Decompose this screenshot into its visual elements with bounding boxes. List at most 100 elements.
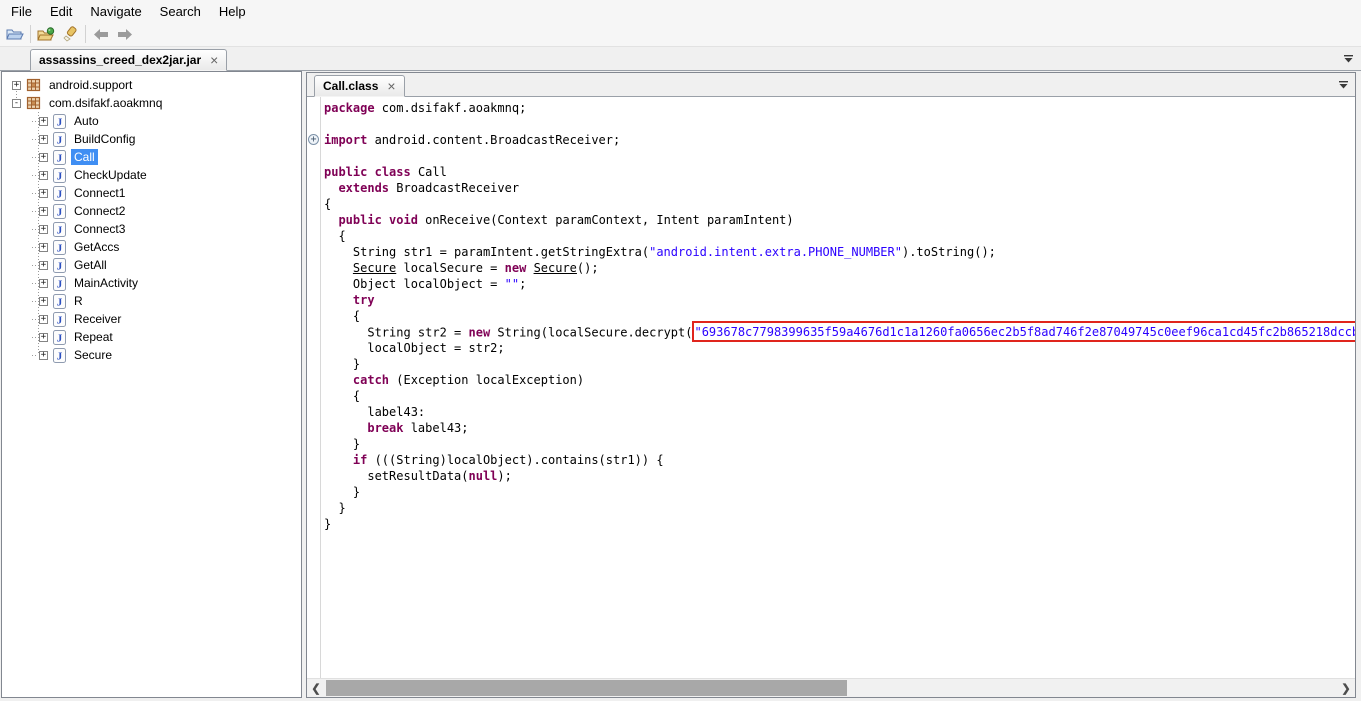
code-line: } — [324, 436, 1355, 452]
tree-item-buildconfig[interactable]: +JBuildConfig — [2, 130, 301, 148]
tree-item-call[interactable]: +JCall — [2, 148, 301, 166]
java-class-icon: J — [53, 330, 66, 345]
jd-gui-window: File Edit Navigate Search Help — [0, 0, 1361, 701]
tree-item-label: com.dsifakf.aoakmnq — [46, 95, 165, 111]
expand-toggle-icon[interactable]: + — [39, 333, 48, 342]
expand-toggle-icon[interactable]: + — [39, 153, 48, 162]
code-line — [324, 148, 1355, 164]
java-class-icon: J — [53, 186, 66, 201]
back-button[interactable] — [89, 23, 113, 45]
tree-item-label: Connect3 — [71, 221, 128, 237]
svg-text:J: J — [57, 278, 63, 290]
tree-item-label: Repeat — [71, 329, 116, 345]
scrollbar-track[interactable] — [325, 679, 1337, 697]
menu-help[interactable]: Help — [210, 2, 255, 21]
source-code: package com.dsifakf.aoakmnq;import andro… — [321, 97, 1355, 678]
jar-tab-label: assassins_creed_dex2jar.jar — [39, 53, 201, 67]
code-line: public void onReceive(Context paramConte… — [324, 212, 1355, 228]
toolbar-separator — [30, 25, 31, 43]
tab-overflow-button[interactable] — [1340, 51, 1356, 66]
tree-connector — [32, 319, 38, 320]
expand-toggle-icon[interactable]: + — [12, 81, 21, 90]
editor-body: + package com.dsifakf.aoakmnq;import and… — [307, 97, 1355, 678]
tree-item-label: Connect2 — [71, 203, 128, 219]
editor-panel: Call.class × + package com.dsifakf.aoakm… — [306, 72, 1356, 698]
tree-item-connect2[interactable]: +JConnect2 — [2, 202, 301, 220]
java-class-icon: J — [53, 294, 66, 309]
menu-file[interactable]: File — [2, 2, 41, 21]
close-icon[interactable]: × — [210, 55, 218, 65]
open-type-icon — [37, 27, 56, 42]
expand-toggle-icon[interactable]: + — [39, 297, 48, 306]
expand-toggle-icon[interactable]: + — [39, 171, 48, 180]
scrollbar-thumb[interactable] — [326, 680, 847, 696]
tree-item-label: CheckUpdate — [71, 167, 150, 183]
java-class-icon: J — [53, 312, 66, 327]
tree-connector — [32, 121, 38, 122]
open-file-button[interactable] — [3, 23, 27, 45]
tree-item-label: Connect1 — [71, 185, 128, 201]
expand-toggle-icon[interactable]: + — [39, 315, 48, 324]
tree-item-auto[interactable]: +JAuto — [2, 112, 301, 130]
menu-edit[interactable]: Edit — [41, 2, 81, 21]
menu-search[interactable]: Search — [151, 2, 210, 21]
close-icon[interactable]: × — [387, 81, 395, 91]
tree-item-getall[interactable]: +JGetAll — [2, 256, 301, 274]
svg-text:J: J — [57, 242, 63, 254]
scroll-left-button[interactable]: ❮ — [307, 679, 325, 697]
type-link[interactable]: Secure — [353, 261, 396, 275]
tree-item-mainactivity[interactable]: + J MainActivity — [2, 274, 301, 292]
code-line: } — [324, 356, 1355, 372]
expand-toggle-icon[interactable]: + — [39, 189, 48, 198]
svg-text:J: J — [57, 152, 63, 164]
jar-file-tab[interactable]: assassins_creed_dex2jar.jar × — [30, 49, 227, 71]
tree-connector — [32, 211, 38, 212]
tree-item-connect3[interactable]: +JConnect3 — [2, 220, 301, 238]
expand-toggle-icon[interactable]: + — [39, 225, 48, 234]
tree-item-label: MainActivity — [71, 275, 141, 291]
code-line: { — [324, 228, 1355, 244]
code-line: String str1 = paramIntent.getStringExtra… — [324, 244, 1355, 260]
tree-item-getaccs[interactable]: +JGetAccs — [2, 238, 301, 256]
tree-item-com-dsifakf-aoakmnq[interactable]: - com.dsifakf.aoakmnq — [2, 94, 301, 112]
forward-button[interactable] — [113, 23, 137, 45]
code-line: label43: — [324, 404, 1355, 420]
tree-item-repeat[interactable]: + J Repeat — [2, 328, 301, 346]
tree-connector — [32, 283, 38, 284]
code-line: import android.content.BroadcastReceiver… — [324, 132, 1355, 148]
tree-item-secure[interactable]: +JSecure — [2, 346, 301, 364]
svg-text:J: J — [57, 350, 63, 362]
open-type-button[interactable] — [34, 23, 58, 45]
search-button[interactable] — [58, 23, 82, 45]
expand-toggle-icon[interactable]: - — [12, 99, 21, 108]
expand-toggle-icon[interactable]: + — [39, 135, 48, 144]
tree-item-r[interactable]: +JR — [2, 292, 301, 310]
expand-toggle-icon[interactable]: + — [39, 351, 48, 360]
scroll-right-button[interactable]: ❯ — [1337, 679, 1355, 697]
expand-toggle-icon[interactable]: + — [39, 261, 48, 270]
expand-toggle-icon[interactable]: + — [39, 117, 48, 126]
tree-connector — [32, 337, 38, 338]
tree-connector — [32, 247, 38, 248]
fold-expand-icon[interactable]: + — [308, 134, 319, 145]
tree-item-checkupdate[interactable]: +JCheckUpdate — [2, 166, 301, 184]
tab-overflow-button[interactable] — [1335, 77, 1351, 92]
menu-navigate[interactable]: Navigate — [81, 2, 150, 21]
back-icon — [93, 28, 109, 41]
tree-item-android-support[interactable]: + android.support — [2, 76, 301, 94]
tree-item-connect1[interactable]: + J Connect1 — [2, 184, 301, 202]
code-line: catch (Exception localException) — [324, 372, 1355, 388]
code-line: localObject = str2; — [324, 340, 1355, 356]
tree-item-receiver[interactable]: +JReceiver — [2, 310, 301, 328]
tree-connector — [32, 193, 38, 194]
svg-text:J: J — [57, 314, 63, 326]
class-file-tab[interactable]: Call.class × — [314, 75, 405, 97]
tree-item-label: android.support — [46, 77, 135, 93]
highlight-box: "693678c7798399635f59a4676d1c1a1260fa065… — [692, 321, 1355, 342]
code-line: } — [324, 516, 1355, 532]
expand-toggle-icon[interactable]: + — [39, 243, 48, 252]
type-link[interactable]: Secure — [534, 261, 577, 275]
expand-toggle-icon[interactable]: + — [39, 207, 48, 216]
tree-connector — [32, 301, 38, 302]
expand-toggle-icon[interactable]: + — [39, 279, 48, 288]
